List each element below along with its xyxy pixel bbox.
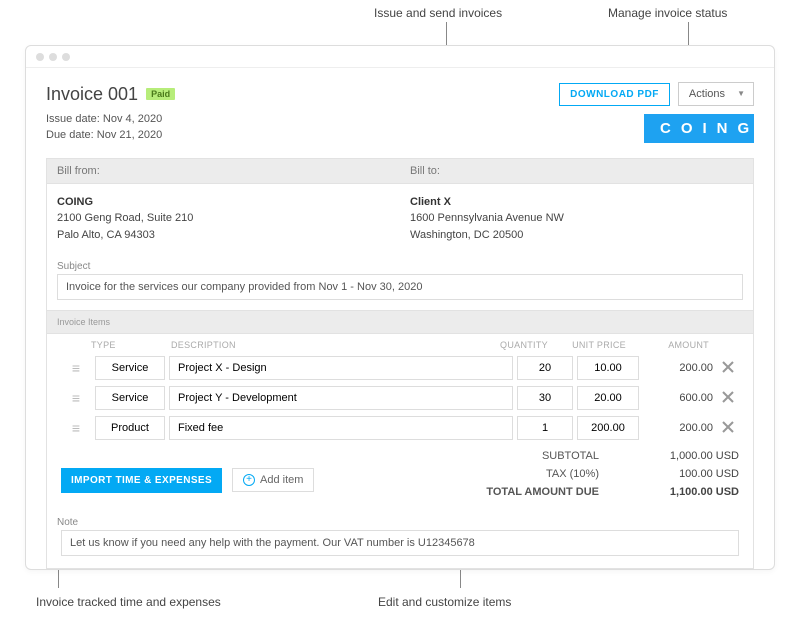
bill-from-header: Bill from:	[47, 159, 400, 183]
total-due-label: TOTAL AMOUNT DUE	[449, 486, 599, 498]
subtotal-label: SUBTOTAL	[449, 450, 599, 462]
bill-from-body: COING 2100 Geng Road, Suite 210 Palo Alt…	[47, 184, 400, 256]
traffic-light-dot	[62, 53, 70, 61]
download-pdf-button[interactable]: DOWNLOAD PDF	[559, 83, 670, 106]
annotation-issue-send: Issue and send invoices	[374, 6, 502, 20]
item-description-input[interactable]	[169, 416, 513, 440]
item-amount: 600.00	[643, 392, 713, 404]
item-unit-price-input[interactable]	[577, 416, 639, 440]
delete-item-button[interactable]	[717, 420, 739, 436]
traffic-light-dot	[36, 53, 44, 61]
item-description-input[interactable]	[169, 356, 513, 380]
invoice-items-header: Invoice Items	[47, 310, 753, 334]
bill-to-header: Bill to:	[400, 159, 753, 183]
drag-handle-icon[interactable]: ≡	[61, 420, 91, 436]
status-badge: Paid	[146, 88, 175, 100]
drag-handle-icon[interactable]: ≡	[61, 360, 91, 376]
delete-item-button[interactable]	[717, 360, 739, 376]
invoice-line-item: ≡ 600.00	[47, 383, 753, 413]
invoice-title: Invoice 001	[46, 84, 138, 105]
actions-dropdown[interactable]: Actions	[678, 82, 754, 106]
invoice-line-item: ≡ 200.00	[47, 413, 753, 443]
brand-logo: COING	[644, 114, 754, 143]
annotation-manage-status: Manage invoice status	[608, 6, 727, 20]
add-item-label: Add item	[260, 474, 303, 486]
tax-label: TAX (10%)	[449, 468, 599, 480]
plus-icon: +	[243, 474, 255, 486]
item-type-input[interactable]	[95, 416, 165, 440]
delete-item-button[interactable]	[717, 390, 739, 406]
item-quantity-input[interactable]	[517, 356, 573, 380]
item-quantity-input[interactable]	[517, 416, 573, 440]
add-item-button[interactable]: + Add item	[232, 468, 314, 492]
item-unit-price-input[interactable]	[577, 386, 639, 410]
items-column-headers: TYPE DESCRIPTION QUANTITY UNIT PRICE AMO…	[47, 334, 753, 353]
subject-label: Subject	[47, 255, 753, 274]
import-time-expenses-button[interactable]: IMPORT TIME & EXPENSES	[61, 468, 222, 493]
invoice-panel: Bill from: Bill to: COING 2100 Geng Road…	[46, 158, 754, 570]
window-titlebar	[26, 46, 774, 68]
item-unit-price-input[interactable]	[577, 356, 639, 380]
annotation-edit-items: Edit and customize items	[378, 595, 511, 609]
item-quantity-input[interactable]	[517, 386, 573, 410]
close-icon	[722, 361, 734, 373]
annotation-invoice-tracked: Invoice tracked time and expenses	[36, 595, 221, 609]
total-due-value: 1,100.00 USD	[629, 486, 739, 498]
item-description-input[interactable]	[169, 386, 513, 410]
close-icon	[722, 421, 734, 433]
item-amount: 200.00	[643, 362, 713, 374]
tax-value: 100.00 USD	[629, 468, 739, 480]
bill-to-body: Client X 1600 Pennsylvania Avenue NW Was…	[400, 184, 753, 256]
traffic-light-dot	[49, 53, 57, 61]
invoice-line-item: ≡ 200.00	[47, 353, 753, 383]
invoice-dates: Issue date: Nov 4, 2020 Due date: Nov 21…	[46, 112, 162, 144]
note-label: Note	[47, 511, 753, 530]
item-type-input[interactable]	[95, 386, 165, 410]
item-amount: 200.00	[643, 422, 713, 434]
subtotal-value: 1,000.00 USD	[629, 450, 739, 462]
close-icon	[722, 391, 734, 403]
subject-input[interactable]	[57, 274, 743, 300]
note-input[interactable]	[61, 530, 739, 556]
item-type-input[interactable]	[95, 356, 165, 380]
app-window: Invoice 001 Paid DOWNLOAD PDF Actions Is…	[25, 45, 775, 570]
drag-handle-icon[interactable]: ≡	[61, 390, 91, 406]
